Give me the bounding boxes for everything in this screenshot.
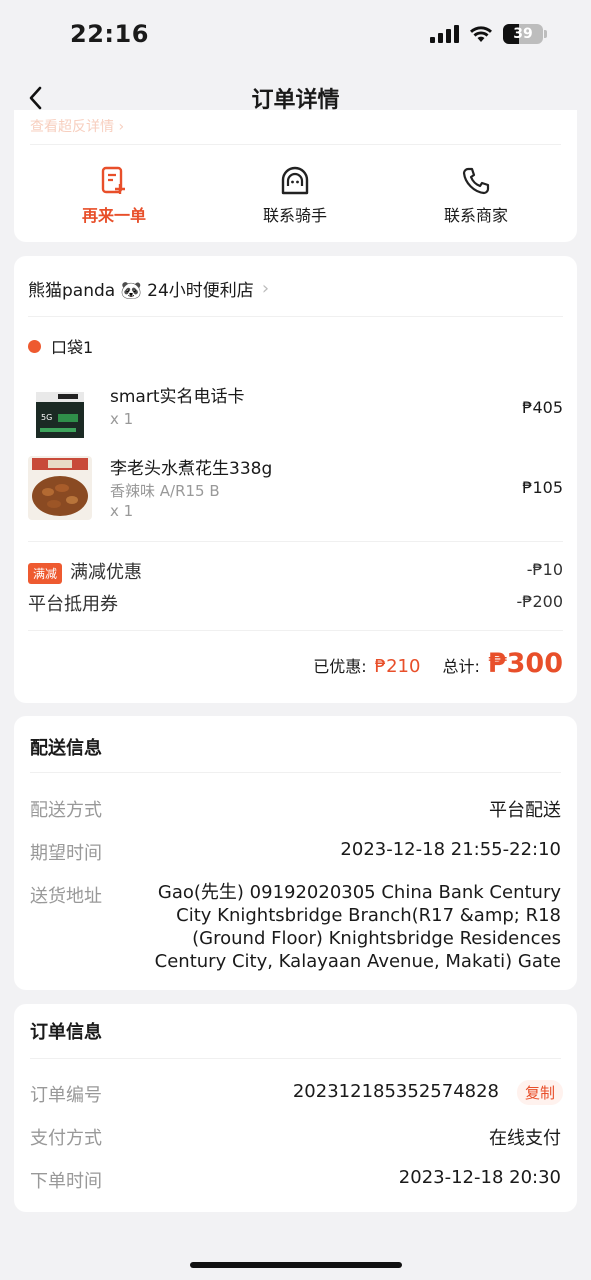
- total-label: 总计:: [442, 657, 480, 676]
- list-item[interactable]: 李老头水煮花生338g 香辣味 A/R15 B x 1 ₱105: [28, 452, 563, 528]
- delivery-address-value: Gao(先生) 09192020305 China Bank Century C…: [154, 882, 561, 972]
- saved-amount: ₱210: [374, 656, 421, 677]
- divider: [30, 772, 561, 773]
- contact-rider-label: 联系骑手: [262, 206, 327, 225]
- discount-label: 满减优惠: [70, 562, 143, 583]
- payment-method-label: 支付方式: [30, 1128, 102, 1149]
- sim-card-image: 5G: [28, 382, 92, 446]
- delivery-method-label: 配送方式: [30, 800, 102, 821]
- bag-label: 口袋1: [51, 338, 94, 357]
- svg-text:5G: 5G: [41, 413, 52, 422]
- store-name: 熊猫panda 🐼 24小时便利店: [28, 281, 254, 301]
- order-card: 熊猫panda 🐼 24小时便利店 › 口袋1 5G smart实名电话卡 x …: [14, 256, 577, 703]
- status-icons: 39: [430, 24, 547, 44]
- order-time-label: 下单时间: [30, 1171, 102, 1192]
- order-number-label: 订单编号: [30, 1085, 102, 1106]
- status-bar: 22:16 39: [0, 0, 591, 70]
- delivery-method-value: 平台配送: [489, 800, 561, 821]
- reorder-icon: [101, 166, 125, 194]
- peanut-bag-image: [28, 456, 92, 520]
- coupon-row: 平台抵用券 -₱200: [28, 590, 563, 616]
- delivery-card: 配送信息 配送方式 平台配送 期望时间 2023-12-18 21:55-22:…: [14, 716, 577, 990]
- actions-card: 查看超反详情 › 再来一单 联系骑手 联系商家: [14, 110, 577, 242]
- item-name: 李老头水煮花生338g: [110, 459, 273, 479]
- discount-amount: -₱10: [526, 560, 563, 579]
- copy-button[interactable]: 复制: [516, 1080, 563, 1105]
- signal-icon: [430, 25, 459, 43]
- delivery-title: 配送信息: [30, 738, 102, 759]
- divider: [28, 541, 563, 542]
- home-indicator: [190, 1262, 402, 1268]
- delivery-address-label: 送货地址: [30, 886, 102, 907]
- item-price: ₱405: [522, 398, 563, 417]
- delivery-time-label: 期望时间: [30, 843, 102, 864]
- product-thumbnail: [28, 456, 92, 520]
- reorder-label: 再来一单: [81, 206, 146, 225]
- hidden-link-text[interactable]: 查看超反详情 ›: [30, 116, 124, 136]
- item-spec: 香辣味 A/R15 B: [110, 482, 220, 500]
- contact-merchant-button[interactable]: 联系商家: [406, 166, 546, 226]
- item-price: ₱105: [522, 478, 563, 497]
- delivery-time-value: 2023-12-18 21:55-22:10: [340, 839, 561, 860]
- bag-dot-icon: [28, 339, 41, 353]
- bag-header: 口袋1: [28, 334, 93, 358]
- discount-badge: 满减: [28, 562, 63, 584]
- item-quantity: x 1: [110, 410, 134, 428]
- reorder-button[interactable]: 再来一单: [44, 166, 184, 226]
- phone-icon: [462, 167, 490, 195]
- divider: [28, 316, 563, 317]
- chevron-right-icon: ›: [261, 278, 270, 299]
- product-thumbnail: 5G: [28, 382, 92, 446]
- saved-label: 已优惠:: [313, 657, 367, 676]
- total-amount: ₱300: [487, 648, 563, 679]
- contact-merchant-label: 联系商家: [443, 206, 508, 225]
- store-link[interactable]: 熊猫panda 🐼 24小时便利店 ›: [28, 276, 269, 301]
- divider: [30, 144, 561, 145]
- battery-icon: 39: [503, 24, 543, 44]
- item-name: smart实名电话卡: [110, 387, 245, 407]
- contact-rider-button[interactable]: 联系骑手: [225, 166, 365, 226]
- wifi-icon: [470, 26, 492, 42]
- discount-row: 满减 满减优惠 -₱10: [28, 558, 563, 584]
- order-number-value: 202312185352574828: [292, 1081, 499, 1102]
- coupon-amount: -₱200: [516, 592, 564, 611]
- order-info-card: 订单信息 订单编号 202312185352574828 复制 支付方式 在线支…: [14, 1004, 577, 1212]
- list-item[interactable]: 5G smart实名电话卡 x 1 ₱405: [28, 376, 563, 446]
- divider: [30, 1058, 561, 1059]
- order-totals: 已优惠: ₱210 总计: ₱300: [313, 648, 563, 679]
- order-info-title: 订单信息: [30, 1022, 102, 1043]
- divider: [28, 630, 563, 631]
- item-quantity: x 1: [110, 502, 134, 520]
- rider-helmet-icon: [281, 166, 309, 195]
- status-time: 22:16: [70, 20, 149, 48]
- payment-method-value: 在线支付: [489, 1128, 561, 1149]
- battery-level: 39: [513, 26, 533, 42]
- coupon-label: 平台抵用券: [28, 594, 118, 615]
- order-time-value: 2023-12-18 20:30: [398, 1167, 561, 1188]
